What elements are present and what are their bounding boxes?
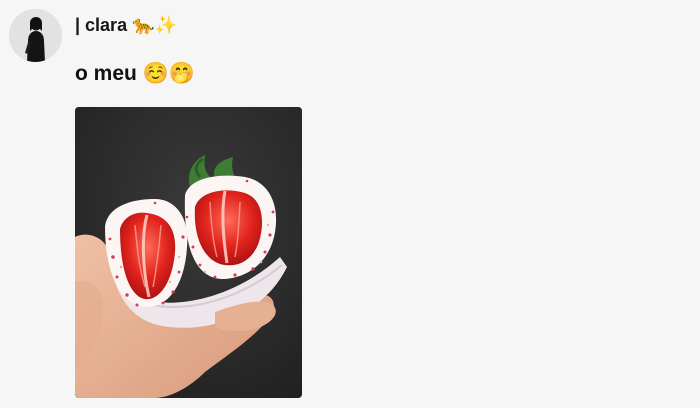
caption-text: o meu — [75, 62, 143, 85]
username-text: | clara — [75, 15, 128, 35]
post-photo[interactable] — [75, 107, 302, 398]
caption-emoji: ☺️🤭 — [142, 61, 195, 85]
post-caption: o meu ☺️🤭 — [75, 59, 195, 88]
username[interactable]: | clara 🐆✨ — [75, 13, 177, 38]
post-card: | clara 🐆✨ o meu ☺️🤭 — [0, 0, 700, 408]
username-emoji: 🐆✨ — [132, 15, 177, 36]
strawberry-dessert-image — [75, 107, 302, 398]
avatar[interactable] — [9, 9, 62, 62]
avatar-image — [9, 9, 62, 62]
